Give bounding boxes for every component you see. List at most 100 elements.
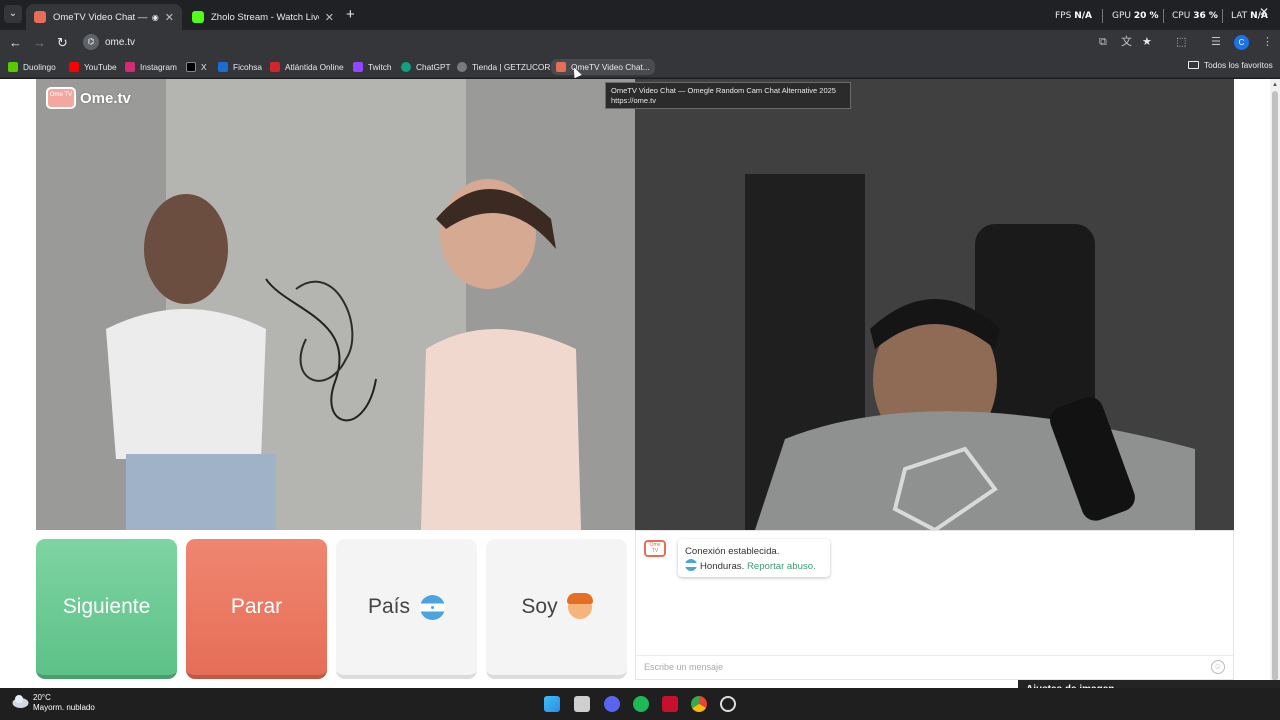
connection-text: Conexión establecida. [685, 546, 780, 557]
tab-title: OmeTV Video Chat — Ome [53, 11, 148, 23]
country-text: Honduras. [700, 561, 745, 572]
boy-emoji-icon [566, 593, 593, 619]
divider [1222, 9, 1223, 23]
reload-icon[interactable]: ↻ [57, 35, 68, 51]
honduras-flag-icon [685, 559, 697, 571]
twitch-icon [353, 62, 363, 72]
bookmark-ficohsa[interactable]: Ficohsa [218, 60, 262, 74]
divider [1102, 9, 1103, 23]
recording-icon: ◉ [151, 12, 159, 22]
window-close-icon[interactable]: ✕ [1259, 5, 1269, 19]
weather-status: Mayorm. nublado [33, 703, 95, 712]
new-tab-button[interactable]: + [346, 6, 355, 23]
scroll-up-icon[interactable]: ▲ [1272, 82, 1278, 88]
ometv-favicon-icon [34, 11, 46, 23]
self-video [635, 79, 1234, 530]
honduras-flag-icon [420, 594, 446, 620]
tab-zholo[interactable]: Zholo Stream - Watch Live on K ✕ [184, 4, 342, 30]
scroll-thumb[interactable] [1272, 91, 1278, 681]
page-scrollbar[interactable]: ▲ [1270, 79, 1280, 688]
ficohsa-icon [218, 62, 228, 72]
all-bookmarks-button[interactable]: Todos los favoritos [1188, 60, 1273, 70]
bookmark-label: YouTube [84, 62, 117, 72]
bookmark-instagram[interactable]: Instagram [125, 60, 177, 74]
bookmark-label: Duolingo [23, 62, 56, 72]
tab-ometv[interactable]: OmeTV Video Chat — Ome ◉ ✕ [26, 4, 182, 30]
close-tab-icon[interactable]: ✕ [165, 11, 174, 24]
cpu-readout: CPU 36 % [1172, 11, 1218, 21]
discord-icon[interactable] [604, 696, 620, 712]
chrome-icon[interactable] [691, 696, 707, 712]
spotify-icon[interactable] [633, 696, 649, 712]
message-input[interactable]: Escribe un mensaje [636, 655, 1233, 679]
next-button[interactable]: Siguiente [36, 539, 177, 679]
x-icon [186, 62, 196, 72]
tooltip-title: OmeTV Video Chat — Omegle Random Cam Cha… [611, 86, 836, 95]
site-info-icon[interactable]: ⌬ [83, 34, 99, 50]
steam-icon[interactable] [720, 696, 736, 712]
stranger-video-frame [36, 79, 635, 530]
translate-icon[interactable]: 文 [1121, 36, 1132, 49]
bookmark-getzucore[interactable]: Tienda | GETZUCORE [457, 60, 556, 74]
folder-icon [1188, 61, 1199, 69]
all-bookmarks-label: Todos los favoritos [1204, 60, 1273, 70]
ometv-logo: Ome TV Ome.tv [46, 87, 131, 109]
extensions-icon[interactable]: ⬚ [1176, 36, 1186, 49]
fps-readout: FPS N/A [1055, 11, 1092, 21]
menu-icon[interactable]: ⋮ [1262, 36, 1273, 49]
chatgpt-icon [401, 62, 411, 72]
youtube-icon [69, 62, 79, 72]
windows-start-icon[interactable] [544, 696, 560, 712]
bookmark-label: ChatGPT [416, 62, 451, 72]
close-tab-icon[interactable]: ✕ [325, 11, 334, 24]
stranger-video: Ome TV Ome.tv [36, 79, 635, 530]
report-abuse-link[interactable]: Reportar abuso. [747, 561, 816, 572]
tab-search-button[interactable]: ⌄ [4, 5, 22, 23]
bookmark-ometv[interactable]: OmeTV Video Chat... [551, 59, 655, 75]
gpu-readout: GPU 20 % [1112, 11, 1159, 21]
gender-label: Soy [521, 595, 558, 618]
reading-list-icon[interactable]: ☰ [1211, 36, 1221, 49]
install-icon[interactable]: ⧉ [1099, 36, 1107, 49]
bookmark-label: Atlántida Online [285, 62, 344, 72]
weather-widget[interactable]: 20°C Mayorm. nublado [33, 693, 95, 713]
bookmark-label: Twitch [368, 62, 392, 72]
ometv-icon [556, 62, 566, 72]
stop-label: Parar [230, 595, 283, 618]
instagram-icon [125, 62, 135, 72]
bookmark-label: Tienda | GETZUCORE [472, 62, 556, 72]
back-icon[interactable]: ← [9, 35, 22, 51]
bookmark-youtube[interactable]: YouTube [69, 60, 117, 74]
bookmark-tooltip: OmeTV Video Chat — Omegle Random Cam Cha… [605, 82, 851, 109]
atlantida-icon [270, 62, 280, 72]
bookmark-twitch[interactable]: Twitch [353, 60, 392, 74]
address-bar[interactable]: ome.tv [105, 37, 135, 48]
duolingo-icon [8, 62, 18, 72]
tv-logo-icon: Ome TV [46, 87, 76, 109]
bookmark-label: OmeTV Video Chat... [571, 62, 650, 72]
emoji-icon[interactable]: ☺ [1211, 660, 1225, 674]
stop-button[interactable]: Parar [186, 539, 327, 679]
tooltip-url: https://ome.tv [611, 96, 657, 105]
bookmark-star-icon[interactable]: ★ [1142, 36, 1152, 49]
next-label: Siguiente [62, 595, 151, 618]
self-video-frame [635, 79, 1234, 530]
forward-icon[interactable]: → [33, 35, 46, 51]
browser-toolbar: ← → ↻ ⌬ ome.tv ⧉ 文 ★ ⬚ ☰ C ⋮ [0, 30, 1280, 56]
file-explorer-icon[interactable] [574, 696, 590, 712]
bookmarks-bar: Duolingo YouTube Instagram X Ficohsa Atl… [0, 56, 1280, 78]
tab-title: Zholo Stream - Watch Live on K [211, 11, 319, 23]
logo-text: Ome.tv [80, 89, 131, 107]
bookmark-label: X [201, 62, 207, 72]
bookmark-x[interactable]: X [186, 60, 207, 74]
system-message: Conexión establecida. Honduras. Reportar… [678, 539, 830, 577]
app-icon[interactable] [662, 696, 678, 712]
bookmark-atlantida[interactable]: Atlántida Online [270, 60, 344, 74]
store-icon [457, 62, 467, 72]
bookmark-chatgpt[interactable]: ChatGPT [401, 60, 451, 74]
bookmark-duolingo[interactable]: Duolingo [8, 60, 56, 74]
chat-panel: Ome TV Conexión establecida. Honduras. R… [635, 530, 1234, 680]
gender-button[interactable]: Soy [486, 539, 627, 679]
country-button[interactable]: País [336, 539, 477, 679]
profile-avatar[interactable]: C [1234, 35, 1249, 50]
